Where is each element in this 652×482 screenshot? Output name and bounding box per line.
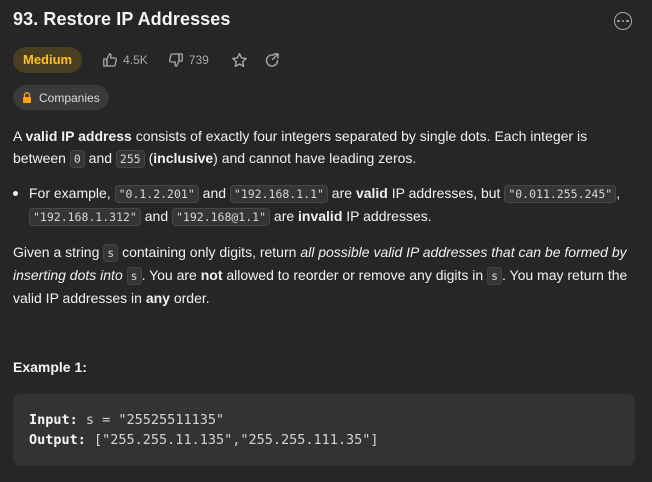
inline-code: 255 <box>115 150 145 168</box>
inline-code: 0 <box>69 150 85 168</box>
input-label: Input: <box>29 412 78 428</box>
example-bullet: For example, "0.1.2.201" and "192.168.1.… <box>13 182 638 228</box>
text: and <box>84 150 116 166</box>
companies-label: Companies <box>39 90 100 105</box>
star-icon <box>231 52 247 67</box>
inline-code: s <box>103 244 119 262</box>
dislikes-count: 739 <box>188 53 209 67</box>
more-icon[interactable] <box>614 12 632 30</box>
inline-code: s <box>126 267 142 285</box>
example-1-title: Example 1: <box>13 359 87 375</box>
text: IP addresses. <box>342 208 432 224</box>
text: A <box>13 128 26 144</box>
share-icon <box>265 53 279 67</box>
output-value: ["255.255.11.135","255.255.111.35"] <box>85 432 379 448</box>
bold-text: inclusive <box>153 150 214 166</box>
inline-code: s <box>487 267 503 285</box>
example-input-line: Input: s = "25525511135" <box>29 410 619 430</box>
thumbs-down-icon <box>168 53 183 67</box>
text: containing only digits, return <box>118 244 301 260</box>
text: . You are <box>141 267 201 283</box>
bold-text: valid <box>355 185 388 201</box>
text: ) and cannot have leading zeros. <box>213 150 417 166</box>
bold-text: valid IP address <box>25 128 132 144</box>
bold-text: not <box>200 267 223 283</box>
input-value: s = "25525511135" <box>77 412 225 428</box>
inline-code: "192.168.1.1" <box>229 185 328 203</box>
inline-code: "0.1.2.201" <box>114 185 199 203</box>
like-button[interactable]: 4.5K <box>102 52 148 68</box>
dislike-button[interactable]: 739 <box>168 52 209 68</box>
text: Given a string <box>13 244 104 260</box>
favorite-button[interactable] <box>231 52 248 69</box>
text: , <box>616 185 621 201</box>
text: For example, <box>29 185 115 201</box>
output-label: Output: <box>29 432 86 448</box>
text: allowed to reorder or remove any digits … <box>222 267 488 283</box>
lock-icon <box>23 92 31 103</box>
text: order. <box>169 290 210 306</box>
description-paragraph-1: A valid IP address consists of exactly f… <box>13 125 638 170</box>
example-1-box: Input: s = "25525511135" Output: ["255.2… <box>13 394 635 466</box>
text: and <box>198 185 230 201</box>
inline-code: "192.168.1.312" <box>29 208 141 226</box>
inline-code: "192.168@1.1" <box>172 208 271 226</box>
bold-text: invalid <box>298 208 343 224</box>
text: are <box>270 208 299 224</box>
inline-code: "0.011.255.245" <box>504 185 617 203</box>
share-button[interactable] <box>264 52 280 68</box>
bold-text: any <box>145 290 170 306</box>
problem-meta-row: Medium 4.5K 739 <box>13 47 280 73</box>
text: IP addresses, but <box>387 185 505 201</box>
example-output-line: Output: ["255.255.11.135","255.255.111.3… <box>29 430 619 450</box>
text: ( <box>144 150 154 166</box>
thumbs-up-icon <box>103 53 118 67</box>
text: are <box>327 185 356 201</box>
companies-tag[interactable]: Companies <box>13 85 109 110</box>
difficulty-badge[interactable]: Medium <box>13 47 83 73</box>
likes-count: 4.5K <box>123 53 148 67</box>
description-paragraph-3: Given a string s containing only digits,… <box>13 241 633 309</box>
text: and <box>140 208 172 224</box>
problem-title: 93. Restore IP Addresses <box>13 9 231 29</box>
